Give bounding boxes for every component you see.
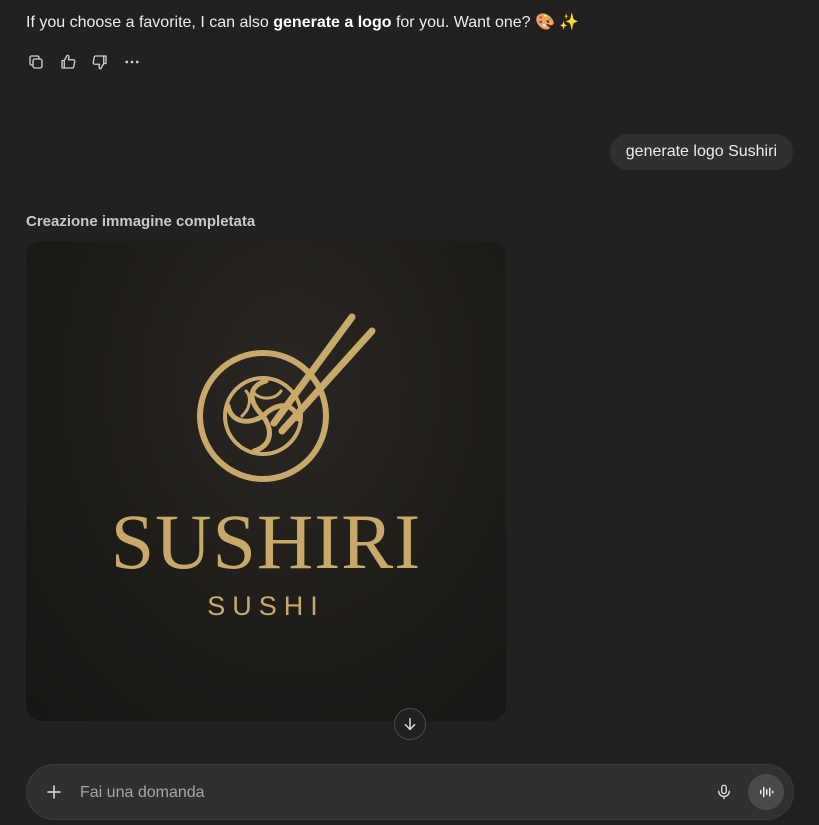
voice-mode-button[interactable] xyxy=(748,774,784,810)
sushi-bowl-emblem xyxy=(197,313,376,482)
message-composer xyxy=(26,764,794,820)
image-status-label: Creazione immagine completata xyxy=(26,213,256,230)
dictate-button[interactable] xyxy=(712,780,736,804)
arrow-down-icon xyxy=(404,717,416,731)
generated-logo-image[interactable]: SUSHIRI SUSHI xyxy=(26,241,506,721)
copy-icon xyxy=(29,55,43,69)
assistant-emoji: 🎨 ✨ xyxy=(534,14,580,31)
assistant-text-part: If you choose a favorite, I can also xyxy=(26,14,274,31)
microphone-icon xyxy=(718,784,730,800)
voice-waveform-icon xyxy=(760,786,774,798)
chat-page: If you choose a favorite, I can also gen… xyxy=(0,0,819,825)
logo-title: SUSHIRI xyxy=(110,498,422,585)
assistant-text-part: for you. Want one? xyxy=(391,14,535,31)
message-actions xyxy=(24,50,144,74)
more-icon xyxy=(125,60,139,64)
user-message-text: generate logo Sushiri xyxy=(625,143,777,160)
logo-subtitle: SUSHI xyxy=(207,591,325,621)
plus-icon xyxy=(47,785,61,799)
thumbs-up-button[interactable] xyxy=(56,50,80,74)
user-message-bubble: generate logo Sushiri xyxy=(609,134,793,170)
thumbs-up-icon xyxy=(61,54,76,69)
assistant-message: If you choose a favorite, I can also gen… xyxy=(26,12,579,34)
thumbs-down-button[interactable] xyxy=(88,50,112,74)
message-input[interactable] xyxy=(78,778,682,808)
scroll-down-button[interactable] xyxy=(394,708,426,740)
thumbs-down-icon xyxy=(92,55,107,70)
add-attachment-button[interactable] xyxy=(42,780,66,804)
more-button[interactable] xyxy=(120,50,144,74)
assistant-text-bold: generate a logo xyxy=(273,14,392,31)
copy-button[interactable] xyxy=(24,50,48,74)
